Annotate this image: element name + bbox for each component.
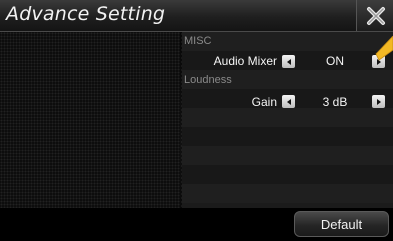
title-bar: Advance Setting	[0, 0, 393, 32]
gain-decrease-button[interactable]	[282, 95, 295, 108]
gain-label: Gain	[251, 95, 277, 109]
section-header-loudness: Loudness	[184, 74, 232, 86]
section-header-misc: MISC	[184, 35, 212, 47]
panel-row	[182, 108, 393, 127]
gain-increase-button[interactable]	[372, 95, 385, 108]
arrow-left-icon	[285, 58, 293, 66]
default-button[interactable]: Default	[294, 211, 389, 237]
preview-pane	[0, 32, 180, 208]
audio-mixer-label: Audio Mixer	[213, 54, 277, 68]
close-icon	[366, 6, 386, 26]
arrow-left-icon	[285, 98, 293, 106]
pointer-arrow-icon	[370, 35, 393, 62]
audio-mixer-decrease-button[interactable]	[282, 55, 295, 68]
panel-row	[182, 127, 393, 146]
settings-panel: MISC Audio Mixer ON Loudness Gain 3 dB	[182, 32, 393, 208]
close-button[interactable]	[356, 0, 393, 31]
panel-row	[182, 165, 393, 184]
arrow-right-icon	[375, 98, 383, 106]
panel-row	[182, 32, 393, 51]
gain-value: 3 dB	[322, 95, 348, 109]
panel-row	[182, 146, 393, 165]
page-title: Advance Setting	[6, 3, 166, 25]
panel-row	[182, 184, 393, 203]
audio-mixer-value: ON	[326, 54, 344, 68]
